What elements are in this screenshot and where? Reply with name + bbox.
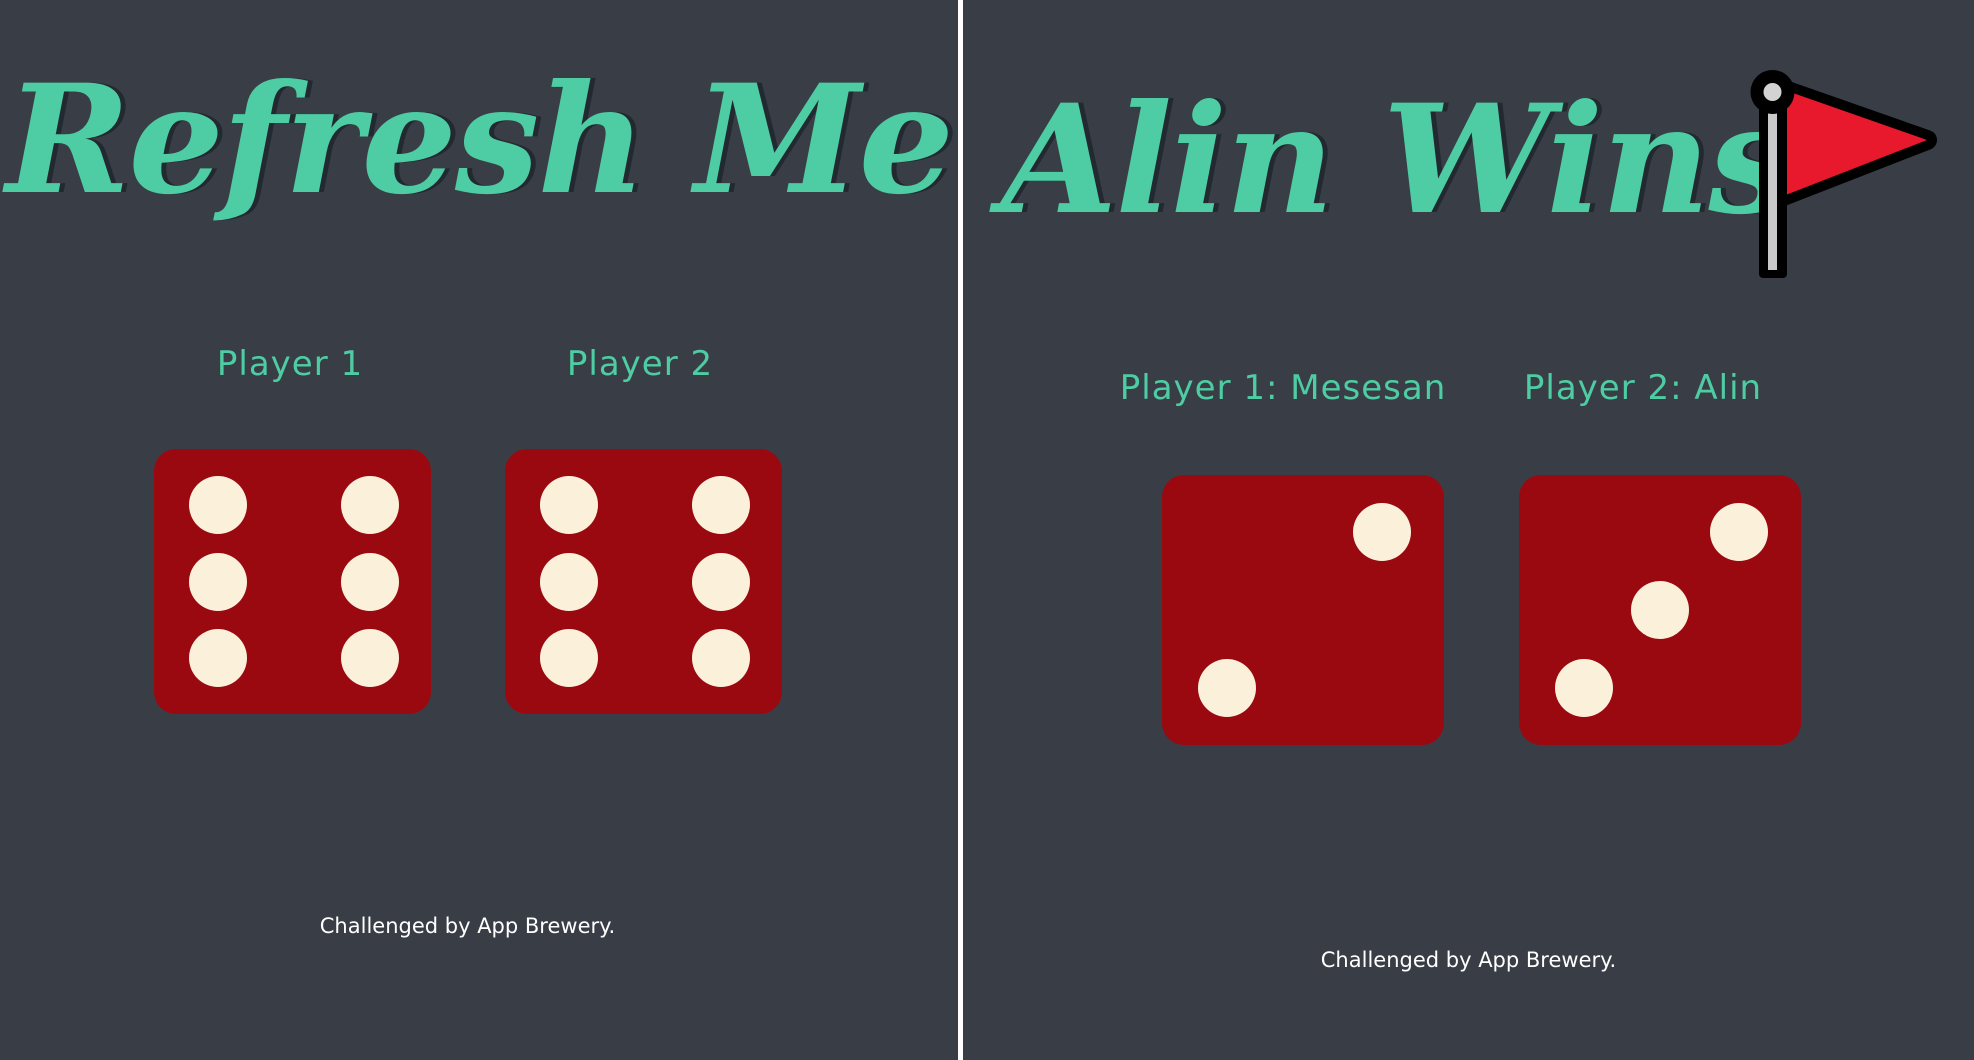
die-pip [692, 475, 751, 534]
die-pip [188, 475, 247, 534]
die-pip [188, 552, 247, 611]
player-1-label: Player 1: Mesesan [1119, 368, 1447, 408]
die-pip [539, 475, 598, 534]
footer-credit: Challenged by App Brewery. [1320, 948, 1617, 972]
die-pip [1631, 581, 1689, 639]
die-pip [692, 552, 751, 611]
die-pip [1554, 659, 1613, 718]
page-title: Refresh Me [5, 52, 954, 228]
right-screen: Alin Wins Player 1: Mesesan Player 2: Al… [963, 0, 1974, 1060]
player-2-label: Player 2 [566, 344, 714, 384]
die-pip [692, 629, 751, 688]
die-pip [1352, 502, 1411, 561]
player-2-die [505, 449, 782, 714]
player-2-die [1519, 475, 1801, 745]
die-pip [1197, 659, 1256, 718]
die-pip [188, 629, 247, 688]
die-pip [539, 552, 598, 611]
player-1-die [1162, 475, 1444, 745]
player-1-label: Player 1 [216, 344, 364, 384]
footer-credit: Challenged by App Brewery. [319, 914, 616, 938]
page-title: Alin Wins [1001, 72, 1793, 248]
die-pip [539, 629, 598, 688]
die-pip [341, 629, 400, 688]
left-screen: Refresh Me Player 1 Player 2 Challenged … [0, 0, 958, 1060]
die-pip [341, 475, 400, 534]
comparison-screen: Refresh Me Player 1 Player 2 Challenged … [0, 0, 1974, 1060]
red-flag-icon [1750, 70, 1937, 278]
die-pip [341, 552, 400, 611]
player-1-die [154, 449, 431, 714]
die-pip [1709, 502, 1768, 561]
player-2-label: Player 2: Alin [1523, 368, 1763, 408]
